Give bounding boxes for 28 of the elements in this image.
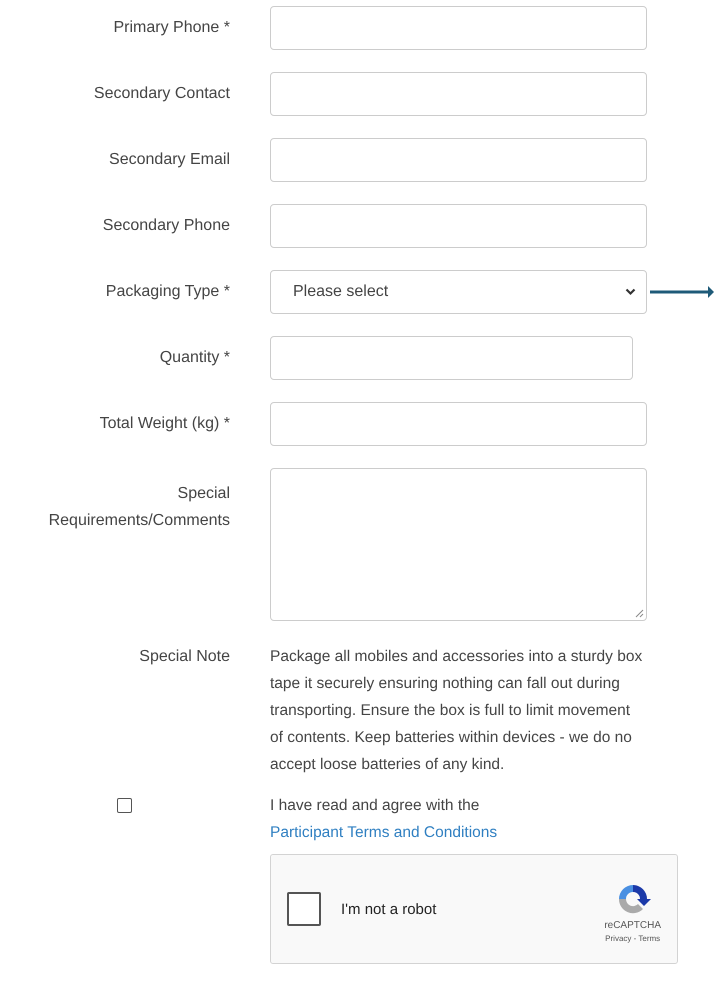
resize-grip-icon	[635, 609, 644, 618]
field-label: Special Requirements/Comments	[48, 484, 230, 531]
comments-textarea[interactable]	[270, 468, 647, 621]
agree-checkbox[interactable]	[117, 798, 132, 813]
captcha-checkbox[interactable]	[287, 892, 321, 926]
field-label: Primary Phone *	[112, 19, 230, 37]
note-text: Package all mobiles and accessories into a sturdy box tape it securely ensuring nothing can fall out during transporting. Ensure the box is full to limit movement of contents. Keep batteries within devices - we do no accept loose batteries of any kind.	[270, 647, 644, 775]
captcha-label: I'm not a robot	[341, 900, 438, 918]
captcha-links[interactable]: Privacy - Terms	[605, 934, 660, 942]
chevron-down-icon	[625, 288, 636, 296]
field-label: Total Weight (kg) *	[98, 415, 230, 433]
annotation-arrow	[650, 286, 714, 298]
input-field[interactable]	[270, 402, 647, 446]
field-label: Secondary Phone	[102, 217, 230, 235]
terms-link[interactable]: Participant Terms and Conditions	[270, 824, 498, 841]
input-field[interactable]	[270, 336, 633, 380]
field-label: Quantity *	[158, 349, 230, 367]
input-field[interactable]	[270, 138, 647, 182]
captcha-brand: reCAPTCHA	[604, 920, 661, 930]
field-label: Special Note	[138, 647, 230, 666]
field-label: Secondary Email	[108, 151, 230, 169]
input-field[interactable]	[270, 6, 647, 50]
input-field[interactable]	[270, 204, 647, 248]
agreement-text: I have read and agree with the Participant Terms and Conditions	[270, 796, 498, 843]
packaging-dropdown[interactable]: Please select	[270, 270, 647, 314]
field-label: Packaging Type *	[104, 283, 230, 301]
input-field[interactable]	[270, 72, 647, 116]
field-label: Secondary Contact	[92, 85, 230, 103]
